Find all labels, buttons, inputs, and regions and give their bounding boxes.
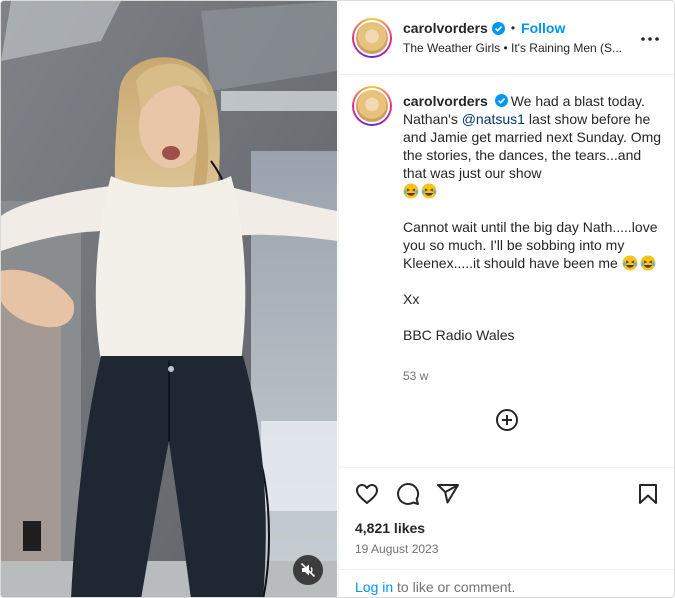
avatar[interactable] xyxy=(352,18,392,58)
post-video[interactable] xyxy=(1,1,337,597)
caption-username[interactable]: carolvorders xyxy=(403,93,488,109)
laughing-tears-emoji xyxy=(640,255,656,271)
laughing-tears-emoji xyxy=(421,183,437,199)
caption-paragraph-2: Cannot wait until the big day Nath.....l… xyxy=(403,218,665,272)
mute-toggle-button[interactable] xyxy=(293,555,323,585)
post-timestamp[interactable]: 53 w xyxy=(403,369,428,383)
bookmark-icon[interactable] xyxy=(636,482,660,506)
action-bar xyxy=(339,467,674,517)
caption-avatar[interactable] xyxy=(352,86,392,126)
instagram-post-embed: carolvorders • Follow The Weather Girls … xyxy=(0,0,675,598)
share-paper-plane-icon[interactable] xyxy=(436,482,460,506)
verified-badge-icon xyxy=(491,21,505,35)
audio-track-link[interactable]: The Weather Girls • It's Raining Men (S.… xyxy=(403,41,622,55)
comment-bubble-icon[interactable] xyxy=(396,482,420,506)
caption-section: carolvorders We had a blast today. Natha… xyxy=(339,76,674,466)
speaker-muted-icon xyxy=(300,562,316,578)
username-row: carolvorders • Follow xyxy=(403,20,565,36)
username-link[interactable]: carolvorders xyxy=(403,20,488,36)
post-date: 19 August 2023 xyxy=(355,542,439,556)
login-prompt-text: to like or comment. xyxy=(393,579,516,595)
login-prompt: Log in to like or comment. xyxy=(355,579,515,595)
post-sidebar: carolvorders • Follow The Weather Girls … xyxy=(338,1,674,597)
caption-paragraph-4: BBC Radio Wales xyxy=(403,327,515,343)
post-header: carolvorders • Follow The Weather Girls … xyxy=(339,1,674,75)
laughing-tears-emoji xyxy=(622,255,638,271)
heart-icon[interactable] xyxy=(355,482,379,506)
laughing-tears-emoji xyxy=(403,183,419,199)
likes-count[interactable]: 4,821 likes xyxy=(355,520,425,536)
emoji-row xyxy=(403,182,665,200)
separator-dot: • xyxy=(510,21,516,35)
more-options-icon[interactable] xyxy=(638,29,662,49)
plus-circle-icon[interactable] xyxy=(495,408,519,432)
caption-part-3: Cannot wait until the big day Nath.....l… xyxy=(403,219,658,271)
caption-paragraph-3: Xx xyxy=(403,291,420,307)
verified-badge-icon xyxy=(494,94,508,107)
login-prompt-bar: Log in to like or comment. xyxy=(339,569,674,597)
follow-button[interactable]: Follow xyxy=(521,20,565,36)
video-frame xyxy=(1,1,337,597)
mention-link[interactable]: @natsus1 xyxy=(462,111,525,127)
caption-text: carolvorders We had a blast today. Natha… xyxy=(403,92,665,344)
login-link[interactable]: Log in xyxy=(355,579,393,595)
